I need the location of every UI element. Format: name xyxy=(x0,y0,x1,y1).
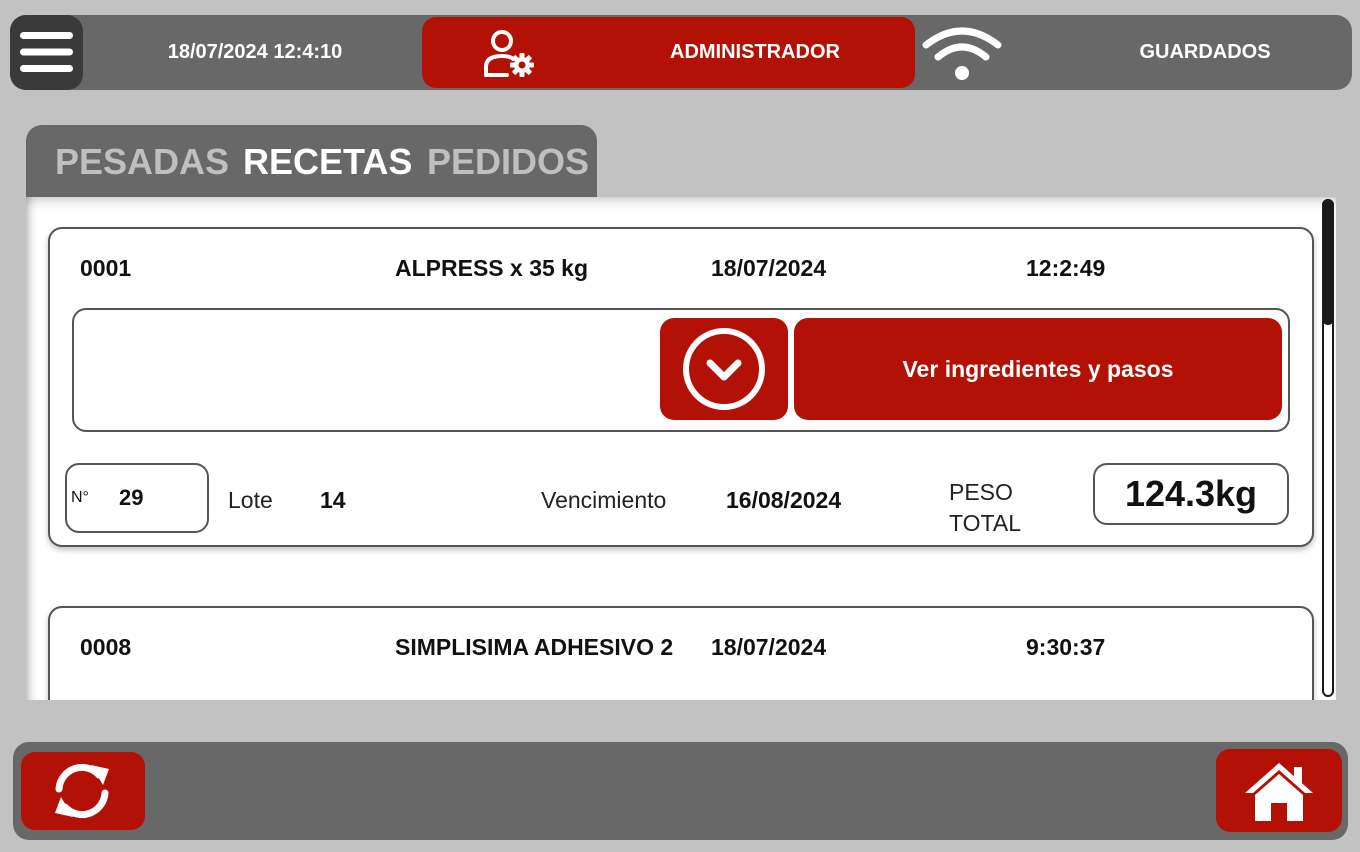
expiry-value: 16/08/2024 xyxy=(726,487,842,513)
record-card: 0001 ALPRESS x 35 kg 18/07/2024 12:2:49 … xyxy=(48,227,1314,547)
record-code: 0001 xyxy=(80,255,132,281)
records-list[interactable]: 0001 ALPRESS x 35 kg 18/07/2024 12:2:49 … xyxy=(26,197,1336,700)
tab-pesadas[interactable]: PESADAS xyxy=(55,140,229,184)
record-time: 9:30:37 xyxy=(1026,634,1106,660)
lot-value: 14 xyxy=(320,487,346,513)
user-settings-icon xyxy=(484,30,534,77)
lot-label: Lote xyxy=(228,487,273,513)
home-button[interactable] xyxy=(1216,749,1342,832)
record-number: 29 xyxy=(119,485,144,510)
record-card: 0008 SIMPLISIMA ADHESIVO 2 18/07/2024 9:… xyxy=(48,606,1314,700)
record-time: 12:2:49 xyxy=(1026,255,1106,281)
wifi-icon xyxy=(922,27,1002,80)
bottom-bar xyxy=(13,742,1348,840)
refresh-icon xyxy=(55,763,109,819)
record-name: SIMPLISIMA ADHESIVO 2 xyxy=(395,634,674,660)
record-number-box: N° 29 xyxy=(65,463,209,533)
home-icon xyxy=(1245,763,1313,821)
user-role-button[interactable]: ADMINISTRADOR xyxy=(422,17,915,88)
expand-button[interactable] xyxy=(660,318,788,420)
view-ingredients-button[interactable]: Ver ingredientes y pasos xyxy=(794,318,1282,420)
top-bar: 18/07/2024 12:4:10 ADMINISTRADOR GUARDAD… xyxy=(10,15,1352,90)
saved-button[interactable]: GUARDADOS xyxy=(1080,15,1330,90)
current-datetime: 18/07/2024 12:4:10 xyxy=(167,41,343,63)
record-name: ALPRESS x 35 kg xyxy=(395,255,589,281)
number-prefix: N° xyxy=(71,489,89,506)
total-weight-value: 124.3kg xyxy=(1093,463,1289,525)
user-role-label: ADMINISTRADOR xyxy=(670,41,840,63)
scrollbar-thumb[interactable] xyxy=(1322,199,1334,325)
tab-bar: PESADAS RECETAS PEDIDOS xyxy=(26,125,597,200)
total-weight-label: PESO TOTAL xyxy=(949,479,1021,536)
hamburger-menu-icon xyxy=(20,32,73,72)
tab-recetas[interactable]: RECETAS xyxy=(243,140,412,184)
scrollbar[interactable] xyxy=(1320,197,1336,700)
chevron-down-circle-icon xyxy=(683,328,765,410)
tab-pedidos[interactable]: PEDIDOS xyxy=(427,140,589,184)
expiry-label: Vencimiento xyxy=(541,487,667,513)
record-date: 18/07/2024 xyxy=(711,255,827,281)
record-date: 18/07/2024 xyxy=(711,634,827,660)
record-code: 0008 xyxy=(80,634,132,660)
record-actions: Ver ingredientes y pasos xyxy=(72,308,1290,432)
refresh-button[interactable] xyxy=(21,752,145,830)
menu-button[interactable] xyxy=(10,15,83,90)
